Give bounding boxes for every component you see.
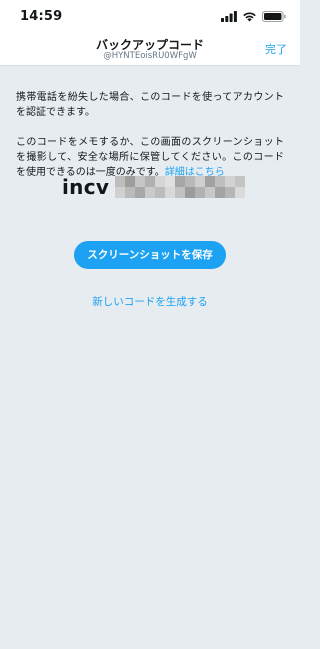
account-handle: @HYNTEoisRU0WFgW xyxy=(103,51,197,61)
status-icons xyxy=(221,10,286,22)
cellular-signal-icon xyxy=(221,10,237,22)
status-bar: 14:59 xyxy=(0,0,300,30)
wifi-icon xyxy=(243,11,256,21)
done-button[interactable]: 完了 xyxy=(265,41,287,57)
lost-phone-explanation: 携帯電話を紛失した場合、このコードを使ってアカウントを認証できます。 xyxy=(16,92,284,118)
status-time: 14:59 xyxy=(20,9,63,24)
backup-code: incv xyxy=(62,174,246,200)
save-screenshot-button[interactable]: スクリーンショットを保存 xyxy=(74,241,226,269)
nav-bar: バックアップコード @HYNTEoisRU0WFgW 完了 xyxy=(0,30,300,66)
save-code-instructions-text: このコードをメモするか、この画面のスクリーンショットを撮影して、安全な場所に保管… xyxy=(16,137,284,178)
generate-new-code-link[interactable]: 新しいコードを生成する xyxy=(0,294,300,309)
backup-code-prefix: incv xyxy=(62,175,110,199)
redacted-code-mosaic xyxy=(115,176,246,198)
battery-icon xyxy=(262,10,286,22)
